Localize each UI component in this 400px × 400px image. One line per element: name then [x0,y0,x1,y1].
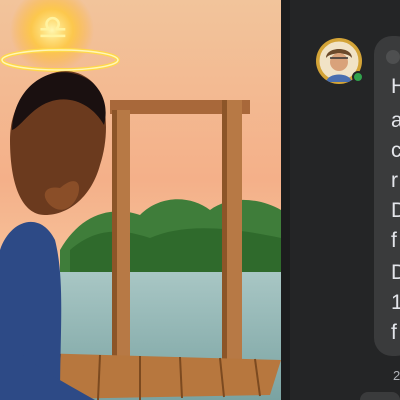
comment-text-line: f [391,321,397,344]
comment-text-line: r [391,169,398,192]
comment-text-line: f [391,229,397,252]
comment-timestamp[interactable]: 2 [393,368,400,383]
divider [281,0,290,400]
comment-text-line: D [391,261,400,284]
author-name-placeholder [386,50,400,64]
next-comment-bubble [360,392,400,400]
post-image[interactable]: ♎ [0,0,281,400]
comment-text-line: H [391,75,400,98]
comment-text-line: c [391,139,400,162]
comment-text-line: 1 [391,291,400,314]
online-status-dot [352,71,364,83]
comment-text-line: D [391,199,400,222]
libra-icon: ♎ [37,8,69,48]
comment-text-line: a [391,109,400,132]
